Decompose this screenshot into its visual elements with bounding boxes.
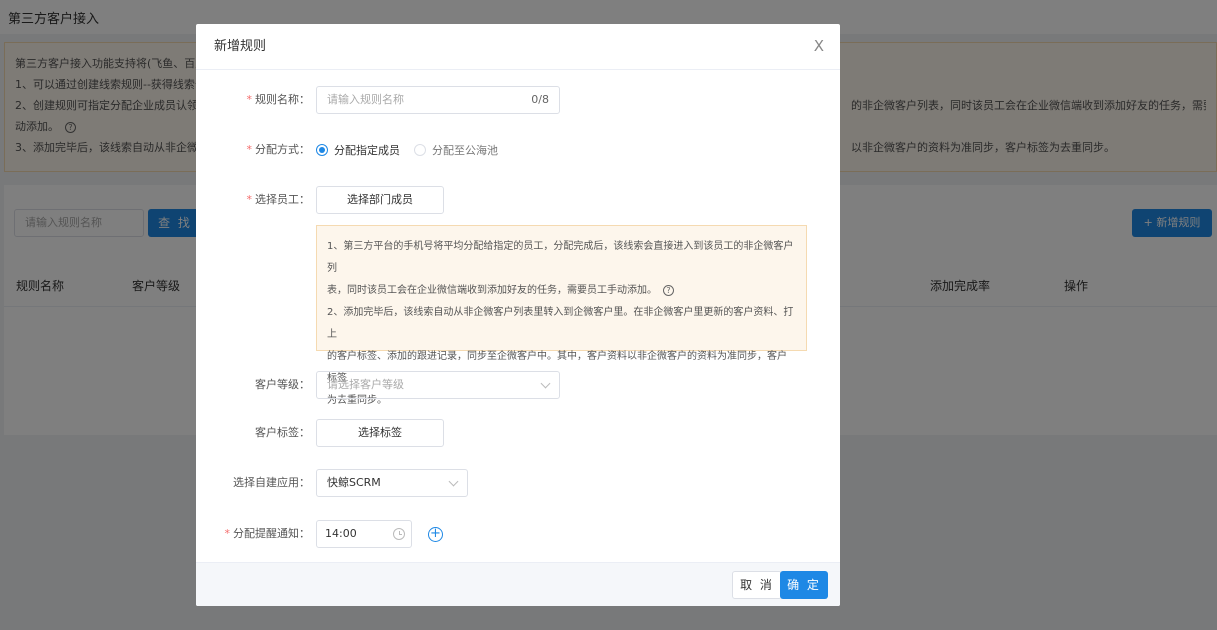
close-icon[interactable]: X — [814, 37, 824, 55]
customer-level-label: 客户等级： — [255, 378, 310, 391]
assign-method-label: * 分配方式： — [246, 143, 311, 156]
reminder-time-input[interactable]: 14:00 — [316, 520, 412, 548]
confirm-button[interactable]: 确 定 — [780, 571, 828, 599]
chevron-down-icon — [540, 378, 551, 389]
radio-label[interactable]: 分配至公海池 — [432, 142, 498, 158]
radio-assign-member[interactable] — [316, 144, 328, 156]
add-circle-icon[interactable]: + — [428, 527, 443, 542]
select-department-member-button[interactable]: 选择部门成员 — [316, 186, 444, 214]
rule-name-label: * 规则名称： — [246, 93, 311, 106]
reminder-time-value: 14:00 — [325, 527, 357, 540]
reminder-label: * 分配提醒通知： — [224, 527, 311, 540]
dialog-header: 新增规则 X — [196, 24, 840, 70]
customer-tags-label: 客户标签： — [255, 426, 310, 439]
app-select[interactable]: 快鲸SCRM — [316, 469, 468, 497]
rule-tip-panel: 1、第三方平台的手机号将平均分配给指定的员工，分配完成后，该线索会直接进入到该员… — [316, 225, 807, 406]
tip-line: 2、添加完毕后，该线索自动从非企微客户列表里转入到企微客户里。在非企微客户里更新… — [327, 307, 794, 340]
tip-line: 表，同时该员工会在企业微信端收到添加好友的任务，需要员工手动添加。 — [327, 285, 657, 296]
select-tags-button[interactable]: 选择标签 — [316, 419, 444, 447]
help-icon: ? — [663, 285, 674, 296]
app-value: 快鲸SCRM — [327, 476, 381, 489]
select-staff-label: * 选择员工： — [246, 193, 311, 206]
customer-level-select[interactable]: 请选择客户等级 — [316, 371, 560, 399]
tip-line: 1、第三方平台的手机号将平均分配给指定的员工，分配完成后，该线索会直接进入到该员… — [327, 241, 794, 274]
rule-name-placeholder: 请输入规则名称 — [327, 93, 404, 106]
chevron-down-icon — [448, 476, 459, 487]
dialog-title: 新增规则 — [214, 39, 267, 54]
radio-assign-pool[interactable] — [414, 144, 426, 156]
customer-level-placeholder: 请选择客户等级 — [327, 378, 404, 391]
clock-icon — [393, 528, 405, 540]
dialog-footer: 取 消 确 定 — [196, 562, 840, 606]
add-rule-dialog: 新增规则 X * 规则名称： 请输入规则名称 0/8 * 分配方式： 分配指定成员 … — [196, 24, 840, 606]
char-count: 0/8 — [531, 93, 549, 106]
cancel-button[interactable]: 取 消 — [732, 571, 782, 599]
radio-label[interactable]: 分配指定成员 — [334, 142, 400, 158]
app-label: 选择自建应用： — [233, 476, 310, 489]
rule-name-input[interactable]: 请输入规则名称 0/8 — [316, 86, 560, 114]
